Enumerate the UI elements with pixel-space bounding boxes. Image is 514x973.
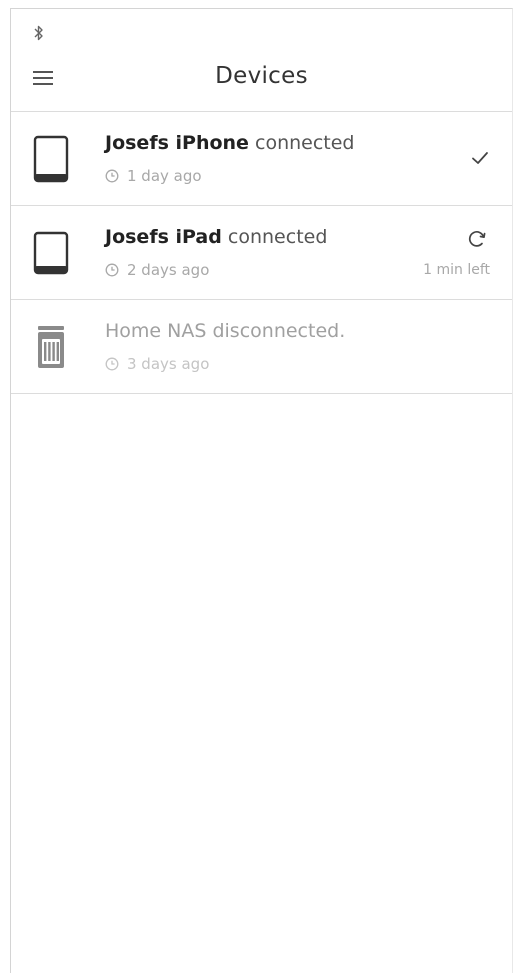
device-list: Josefs iPhone connected 1 day ago Josefs… (11, 112, 512, 394)
phone-icon (33, 135, 69, 183)
sync-icon (468, 231, 486, 247)
device-row-iphone[interactable]: Josefs iPhone connected 1 day ago (11, 112, 512, 206)
device-row-nas[interactable]: Home NAS disconnected. 3 days ago (11, 300, 512, 394)
app-header: Devices (11, 49, 512, 112)
checkmark-icon (472, 152, 488, 164)
last-seen: 3 days ago (105, 355, 209, 373)
nas-server-icon (38, 326, 64, 368)
last-seen-text: 1 day ago (127, 167, 202, 185)
device-name: Home NAS (105, 320, 207, 342)
device-status: disconnected. (212, 320, 346, 342)
last-seen-text: 3 days ago (127, 355, 210, 373)
last-seen-text: 2 days ago (127, 261, 210, 279)
device-row-ipad[interactable]: Josefs iPad connected 2 days ago 1 min l… (11, 206, 512, 300)
device-status: connected (227, 226, 328, 248)
sync-time-left: 1 min left (423, 262, 490, 278)
app-window: Devices Josefs iPhone connected 1 day ag… (10, 8, 513, 973)
page-title: Devices (215, 63, 308, 89)
clock-icon (105, 263, 119, 277)
clock-icon (105, 357, 119, 371)
device-name: Josefs iPad (105, 226, 222, 248)
device-status: connected (255, 132, 355, 154)
bluetooth-icon (34, 25, 43, 41)
device-name: Josefs iPhone (105, 132, 249, 154)
last-seen: 2 days ago (105, 261, 209, 279)
device-name-line: Josefs iPad connected (105, 226, 327, 248)
device-name-line: Josefs iPhone connected (105, 132, 355, 154)
last-seen: 1 day ago (105, 167, 202, 185)
device-name-line: Home NAS disconnected. (105, 320, 345, 342)
clock-icon (105, 169, 119, 183)
tablet-icon (33, 231, 69, 275)
